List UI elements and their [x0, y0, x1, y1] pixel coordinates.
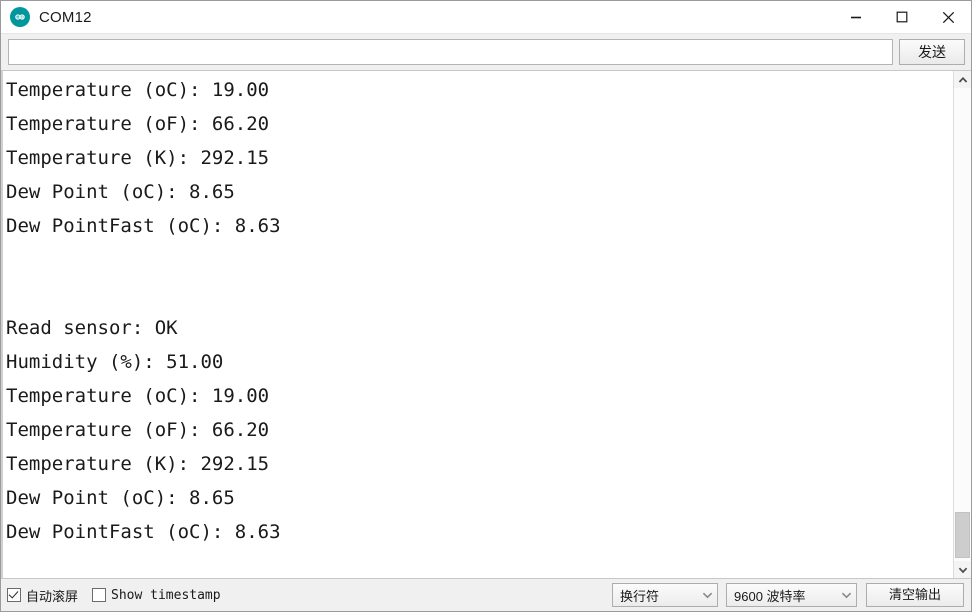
show-timestamp-checkbox[interactable]: Show timestamp: [92, 588, 221, 603]
show-timestamp-checkbox-box[interactable]: [92, 588, 107, 602]
console-line: Temperature (K): 292.15: [6, 147, 270, 169]
console-line: Temperature (K): 292.15: [6, 453, 270, 475]
console-line: Temperature (oC): 19.00: [6, 385, 270, 407]
console-line: Temperature (oF): 66.20: [6, 113, 270, 135]
send-button[interactable]: 发送: [899, 39, 965, 65]
close-icon[interactable]: [925, 1, 971, 33]
baud-rate-value: 9600 波特率: [734, 588, 806, 604]
console-line: Dew Point (oC): 8.65: [6, 181, 235, 203]
clear-output-button[interactable]: 清空输出: [866, 583, 964, 607]
vertical-scrollbar[interactable]: [953, 71, 971, 578]
console-line: Read sensor: OK: [6, 317, 178, 339]
console-line: Temperature (oC): 19.00: [6, 79, 270, 101]
console-line: Humidity (%): 51.00: [6, 351, 224, 373]
autoscroll-checkbox-box[interactable]: [7, 588, 21, 602]
scrollbar-track[interactable]: [954, 88, 971, 561]
autoscroll-checkbox[interactable]: 自动滚屏: [7, 586, 78, 605]
baud-rate-dropdown[interactable]: 9600 波特率: [726, 583, 857, 607]
autoscroll-label: 自动滚屏: [26, 588, 79, 604]
console-line: Temperature (oF): 66.20: [6, 419, 270, 441]
console-line: Dew Point (oC): 8.65: [6, 487, 235, 509]
chevron-down-icon: [702, 591, 713, 599]
chevron-down-icon: [841, 591, 852, 599]
serial-monitor-window: COM12 发送 Temperature (oC): 19.00 Tempera…: [0, 0, 972, 612]
status-bar-right-group: 换行符 9600 波特率 清空输出: [604, 583, 965, 607]
maximize-icon[interactable]: [879, 1, 925, 33]
send-row: 发送: [1, 34, 971, 70]
line-ending-dropdown[interactable]: 换行符: [612, 583, 718, 607]
show-timestamp-label: Show timestamp: [111, 587, 221, 603]
title-bar: COM12: [1, 1, 971, 34]
console-line: Dew PointFast (oC): 8.63: [6, 521, 281, 543]
window-title: COM12: [39, 8, 92, 26]
line-ending-value: 换行符: [620, 588, 660, 604]
console-area: Temperature (oC): 19.00 Temperature (oF):…: [1, 70, 971, 579]
serial-output-log[interactable]: Temperature (oC): 19.00 Temperature (oF):…: [1, 71, 953, 578]
serial-send-input[interactable]: [8, 39, 893, 65]
chevron-up-icon[interactable]: [954, 71, 971, 88]
window-controls: [833, 1, 971, 33]
chevron-down-icon[interactable]: [954, 561, 971, 578]
console-line: Dew PointFast (oC): 8.63: [6, 215, 281, 237]
scrollbar-thumb[interactable]: [955, 512, 970, 558]
status-bar: 自动滚屏 Show timestamp 换行符 9600 波特率 清空输出: [1, 579, 971, 611]
arduino-logo-icon: [10, 7, 30, 27]
minimize-icon[interactable]: [833, 1, 879, 33]
